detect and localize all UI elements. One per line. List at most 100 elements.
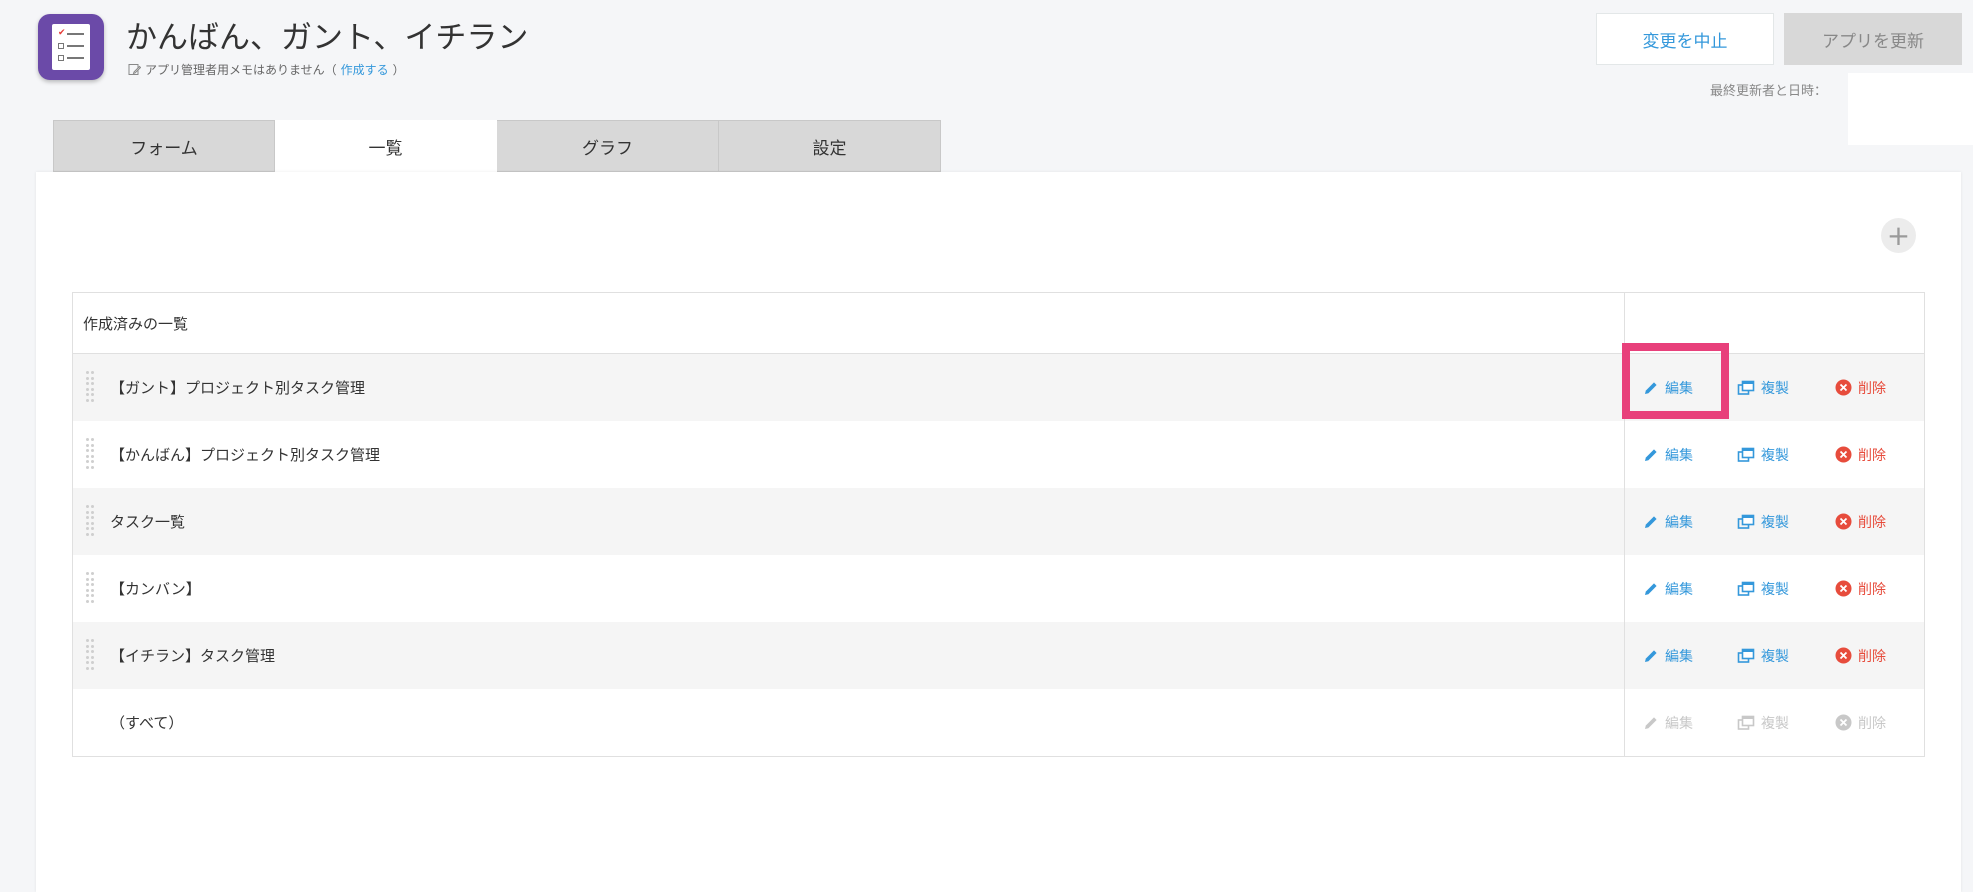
view-list-row: 【イチラン】タスク管理 編集 複製 削除	[73, 622, 1924, 689]
duplicate-icon	[1737, 514, 1755, 529]
memo-close-paren: ）	[392, 63, 405, 77]
app-title: かんばん、ガント、イチラン	[126, 20, 529, 56]
edit-label: 編集	[1665, 715, 1693, 732]
tab-form[interactable]: フォーム	[53, 120, 275, 172]
delete-circle-x-icon	[1835, 379, 1852, 396]
duplicate-label: 複製	[1761, 380, 1789, 397]
edit-label: 編集	[1665, 514, 1693, 531]
duplicate-view-button: 複製	[1737, 689, 1789, 756]
view-name: タスク一覧	[110, 513, 186, 531]
pencil-icon	[1645, 515, 1657, 528]
view-actions: 編集 複製 削除	[1625, 622, 1924, 689]
view-name: 【カンバン】	[110, 580, 201, 598]
duplicate-icon	[1737, 715, 1755, 730]
delete-circle-x-icon	[1835, 714, 1852, 731]
duplicate-view-button[interactable]: 複製	[1737, 488, 1789, 555]
duplicate-view-button[interactable]: 複製	[1737, 555, 1789, 622]
memo-text: アプリ管理者用メモはありません（	[145, 63, 337, 77]
drag-handle-icon[interactable]	[86, 438, 96, 470]
view-actions: 編集 複製 削除	[1625, 555, 1924, 622]
update-app-button[interactable]: アプリを更新	[1784, 13, 1962, 65]
view-name-cell: 【ガント】プロジェクト別タスク管理	[73, 354, 1625, 421]
edit-view-button[interactable]: 編集	[1643, 622, 1693, 689]
delete-circle-x-icon	[1835, 446, 1852, 463]
drag-handle-icon[interactable]	[86, 572, 96, 604]
delete-view-button[interactable]: 削除	[1835, 488, 1886, 555]
delete-label: 削除	[1858, 380, 1886, 397]
delete-label: 削除	[1858, 514, 1886, 531]
drag-handle-icon[interactable]	[86, 639, 96, 671]
memo-pencil-icon	[128, 64, 141, 75]
edit-view-button[interactable]: 編集	[1643, 488, 1693, 555]
view-list-row: 【カンバン】 編集 複製 削除	[73, 555, 1924, 622]
view-actions: 編集 複製 削除	[1625, 488, 1924, 555]
edit-view-button[interactable]: 編集	[1643, 421, 1693, 488]
delete-label: 削除	[1858, 715, 1886, 732]
view-list: 作成済みの一覧 【ガント】プロジェクト別タスク管理 編集 複製 削除 【かんばん…	[72, 292, 1925, 757]
delete-circle-x-icon	[1835, 513, 1852, 530]
duplicate-icon	[1737, 380, 1755, 395]
duplicate-view-button[interactable]: 複製	[1737, 622, 1789, 689]
view-name-cell: 【かんばん】プロジェクト別タスク管理	[73, 421, 1625, 488]
view-name-cell: 【カンバン】	[73, 555, 1625, 622]
pencil-icon	[1645, 649, 1657, 662]
delete-view-button[interactable]: 削除	[1835, 421, 1886, 488]
view-list-header: 作成済みの一覧	[73, 293, 1924, 354]
view-list-header-title: 作成済みの一覧	[73, 293, 1625, 353]
app-checklist-icon: ✔	[38, 14, 104, 80]
memo-create-link[interactable]: 作成する	[341, 61, 389, 78]
drag-handle-icon[interactable]	[86, 371, 96, 403]
view-actions: 編集 複製 削除	[1625, 421, 1924, 488]
view-name: （すべて）	[110, 714, 184, 732]
cancel-changes-button[interactable]: 変更を中止	[1596, 13, 1774, 65]
view-name: 【ガント】プロジェクト別タスク管理	[110, 379, 366, 397]
view-list-row: （すべて） 編集 複製 削除	[73, 689, 1924, 756]
view-list-row: タスク一覧 編集 複製 削除	[73, 488, 1924, 555]
delete-view-button[interactable]: 削除	[1835, 354, 1886, 421]
duplicate-label: 複製	[1761, 514, 1789, 531]
delete-circle-x-icon	[1835, 580, 1852, 597]
delete-view-button: 削除	[1835, 689, 1886, 756]
pencil-icon	[1645, 716, 1657, 729]
duplicate-label: 複製	[1761, 447, 1789, 464]
view-actions: 編集 複製 削除	[1625, 354, 1924, 421]
duplicate-label: 複製	[1761, 715, 1789, 732]
view-name-cell: タスク一覧	[73, 488, 1625, 555]
delete-view-button[interactable]: 削除	[1835, 622, 1886, 689]
drag-handle-icon[interactable]	[86, 505, 96, 537]
settings-tabs: フォーム 一覧 グラフ 設定	[53, 120, 941, 172]
tab-views[interactable]: 一覧	[275, 120, 497, 172]
duplicate-view-button[interactable]: 複製	[1737, 421, 1789, 488]
delete-label: 削除	[1858, 447, 1886, 464]
duplicate-icon	[1737, 581, 1755, 596]
add-view-button[interactable]: +	[1881, 218, 1916, 253]
edit-label: 編集	[1665, 581, 1693, 598]
edit-label: 編集	[1665, 648, 1693, 665]
duplicate-icon	[1737, 447, 1755, 462]
tab-settings[interactable]: 設定	[719, 120, 941, 172]
view-list-row: 【ガント】プロジェクト別タスク管理 編集 複製 削除	[73, 354, 1924, 421]
view-name-cell: （すべて）	[73, 689, 1625, 756]
view-name-cell: 【イチラン】タスク管理	[73, 622, 1625, 689]
edit-view-button[interactable]: 編集	[1643, 555, 1693, 622]
edit-label: 編集	[1665, 447, 1693, 464]
pencil-icon	[1645, 582, 1657, 595]
duplicate-label: 複製	[1761, 581, 1789, 598]
delete-label: 削除	[1858, 648, 1886, 665]
view-actions: 編集 複製 削除	[1625, 689, 1924, 756]
last-updated-label: 最終更新者と日時：	[1710, 84, 1828, 99]
edit-label: 編集	[1665, 380, 1693, 397]
last-updated-value	[1848, 73, 1973, 145]
delete-label: 削除	[1858, 581, 1886, 598]
edit-view-button: 編集	[1643, 689, 1693, 756]
duplicate-label: 複製	[1761, 648, 1789, 665]
edit-view-button[interactable]: 編集	[1643, 354, 1693, 421]
delete-view-button[interactable]: 削除	[1835, 555, 1886, 622]
delete-circle-x-icon	[1835, 647, 1852, 664]
app-memo: アプリ管理者用メモはありません（ 作成する）	[128, 61, 405, 78]
tab-graph[interactable]: グラフ	[497, 120, 719, 172]
duplicate-view-button[interactable]: 複製	[1737, 354, 1789, 421]
view-name: 【かんばん】プロジェクト別タスク管理	[110, 446, 381, 464]
duplicate-icon	[1737, 648, 1755, 663]
plus-icon: +	[1886, 218, 1911, 252]
